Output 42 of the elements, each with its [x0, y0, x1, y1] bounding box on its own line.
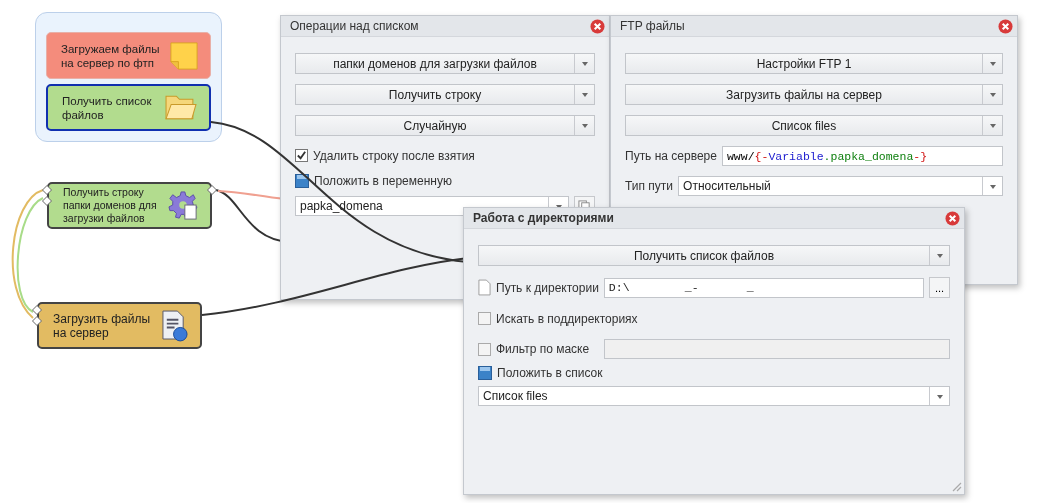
close-icon[interactable] — [945, 210, 960, 226]
checkbox-label: Фильтр по маске — [496, 342, 591, 356]
dropdown[interactable]: Относительный — [678, 176, 1003, 196]
dropdown[interactable]: Настройки FTP 1 — [625, 53, 1003, 74]
field-label: Путь к директории — [496, 280, 599, 295]
workflow-node[interactable]: Получить список файлов — [46, 84, 211, 131]
dropdown[interactable]: папки доменов для загрузки файлов — [295, 53, 595, 74]
output-port[interactable] — [207, 185, 217, 195]
checkbox[interactable] — [478, 342, 491, 356]
save-icon — [295, 173, 309, 188]
field-label: Положить в список — [497, 365, 603, 380]
dropdown[interactable]: Список files — [625, 115, 1003, 136]
resize-grip-icon[interactable] — [950, 480, 962, 492]
workflow-node[interactable]: Загружаем файлы на сервер по фтп — [46, 32, 211, 79]
window-title: FTP файлы — [620, 19, 685, 33]
browse-button[interactable]: ... — [929, 277, 950, 298]
checkbox[interactable] — [478, 312, 491, 325]
document-globe-icon — [162, 309, 188, 342]
folder-icon — [165, 95, 197, 120]
input-field[interactable] — [604, 339, 950, 359]
field-label: Путь на сервере — [625, 149, 717, 163]
document-icon — [478, 279, 491, 296]
window-title: Операции над списком — [290, 19, 419, 33]
input-field[interactable]: D:\ _- _ — [603, 277, 924, 298]
dropdown[interactable]: Получить строку — [295, 84, 595, 105]
save-icon — [478, 365, 492, 380]
field-label: Положить в переменную — [314, 173, 452, 188]
dropdown[interactable]: Получить список файлов — [478, 245, 950, 266]
workflow-node[interactable]: Получить строку папки доменов для загрузки файлов — [47, 182, 212, 229]
combo-field[interactable]: Список files — [478, 386, 950, 406]
dropdown[interactable]: Загрузить файлы на сервер — [625, 84, 1003, 105]
field-label: Тип пути — [625, 179, 674, 193]
gear-icon — [168, 191, 198, 220]
dropdown[interactable]: Случайную — [295, 115, 595, 136]
checkbox-label: Удалить строку после взятия — [313, 148, 475, 163]
close-icon[interactable] — [998, 18, 1013, 34]
checkbox[interactable] — [295, 149, 308, 162]
input-field[interactable]: www/{-Variable.papka_domena-} — [721, 146, 1003, 166]
checkbox-label: Искать в поддиректориях — [496, 311, 638, 326]
close-icon[interactable] — [590, 18, 605, 34]
sticky-note-icon — [170, 41, 198, 70]
workflow-node[interactable]: Загрузить файлы на сервер — [37, 302, 202, 349]
